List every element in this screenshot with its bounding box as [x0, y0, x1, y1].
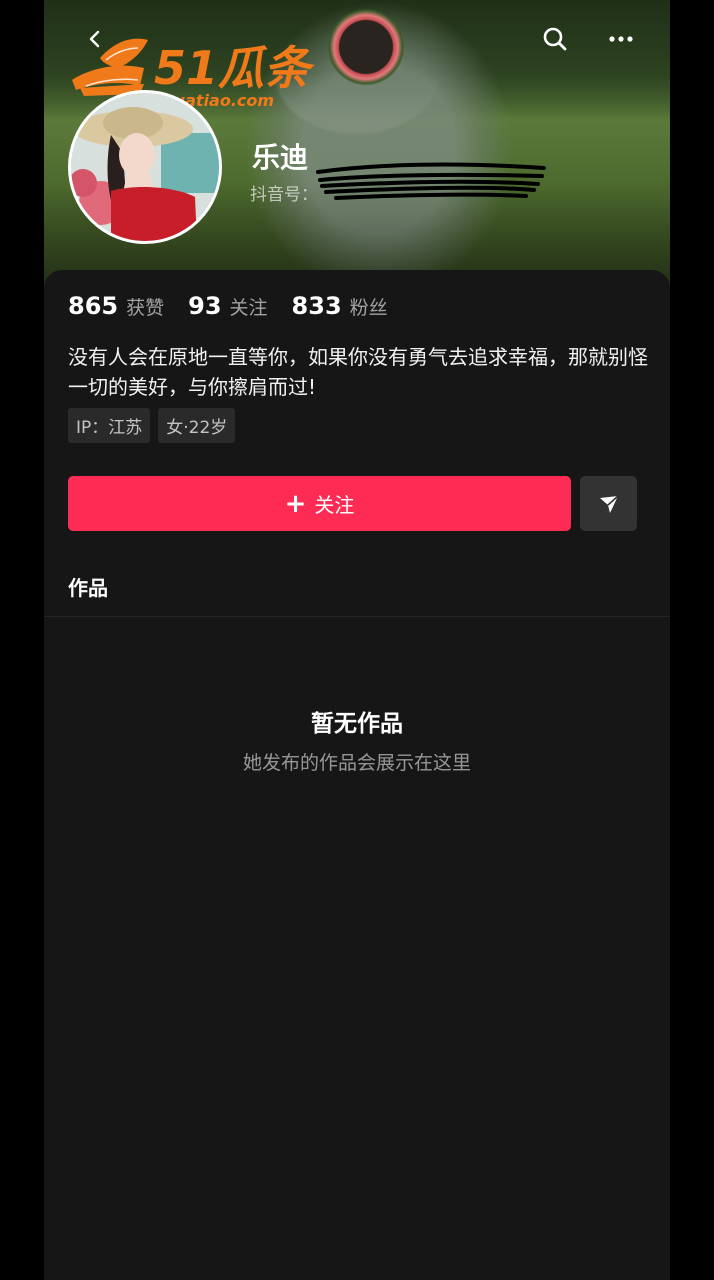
- stat-likes-count: 865: [68, 292, 119, 320]
- tag-ip-location: IP：江苏: [68, 408, 151, 443]
- stat-followers-count: 833: [291, 292, 342, 320]
- empty-state-title: 暂无作品: [311, 711, 403, 737]
- svg-text:51瓜条: 51瓜条: [154, 41, 315, 95]
- profile-tags: IP：江苏 女·22岁: [68, 408, 243, 443]
- stat-likes[interactable]: 865 获赞: [68, 292, 164, 320]
- plus-icon: +: [284, 488, 307, 519]
- empty-state-subtitle: 她发布的作品会展示在这里: [242, 752, 471, 774]
- tab-works[interactable]: 作品: [68, 572, 108, 601]
- stat-following-label: 关注: [229, 297, 268, 319]
- profile-bio: 没有人会在原地一直等你，如果你没有勇气去追求幸福，那就别怪一切的美好，与你擦肩而…: [68, 345, 648, 399]
- stat-followers[interactable]: 833 粉丝: [292, 292, 388, 320]
- douyin-id-label: 抖音号：: [250, 185, 318, 205]
- more-icon[interactable]: [604, 22, 638, 56]
- send-message-button[interactable]: [580, 476, 637, 531]
- stat-following[interactable]: 93 关注: [188, 292, 267, 320]
- follow-button[interactable]: + 关注: [68, 476, 571, 531]
- profile-panel: 865 获赞 93 关注 833 粉丝 没有人会在原地一直等你，如果你没有勇气去…: [44, 270, 670, 1280]
- stat-likes-label: 获赞: [126, 297, 165, 319]
- search-icon[interactable]: [538, 22, 572, 56]
- redaction-scribble: [316, 156, 546, 206]
- avatar[interactable]: [68, 90, 222, 244]
- send-icon: [599, 494, 619, 513]
- profile-stats: 865 获赞 93 关注 833 粉丝: [68, 292, 412, 320]
- stat-following-count: 93: [188, 292, 222, 320]
- nickname: 乐迪: [252, 141, 309, 174]
- follow-button-label: 关注: [314, 493, 355, 517]
- tag-gender-age: 女·22岁: [158, 408, 236, 443]
- stat-followers-label: 粉丝: [349, 297, 388, 319]
- divider: [44, 616, 670, 617]
- profile-screen: 51瓜条 51guatiao.com 乐迪 抖音号： 865 获赞 93 关注 …: [44, 0, 670, 1280]
